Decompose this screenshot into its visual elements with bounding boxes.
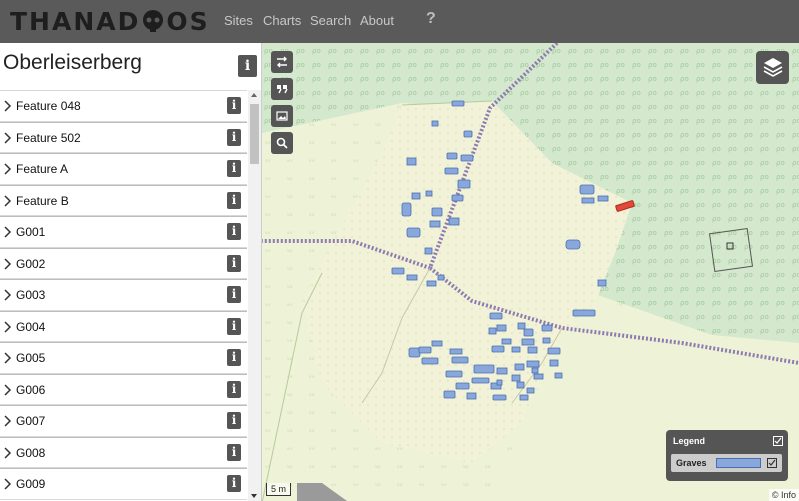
nav-about[interactable]: About (360, 13, 394, 28)
feature-list: Feature 048 i Feature 502 i Feature Ai Featur… (0, 90, 247, 500)
feature-label: G003 (16, 288, 46, 302)
feature-label: G005 (16, 351, 46, 365)
chevron-right-icon (4, 226, 12, 238)
feature-list-item[interactable]: G003 i (0, 279, 247, 311)
map-attribution[interactable]: © Info (768, 489, 799, 501)
feature-info-button[interactable]: i (227, 254, 241, 272)
feature-list-item[interactable]: G004 i (0, 310, 247, 342)
feature-info-button[interactable]: i (227, 380, 241, 398)
feature-info-button[interactable]: i (227, 443, 241, 461)
feature-list-item[interactable]: G002 i (0, 247, 247, 279)
feature-info-button[interactable]: i (227, 128, 241, 146)
feature-info-button[interactable]: i (227, 160, 241, 177)
feature-info-button[interactable]: i (227, 349, 241, 366)
map-legend: Legend Graves (666, 430, 788, 481)
quote-icon (277, 85, 288, 94)
sidebar-scrollbar[interactable] (248, 90, 261, 501)
legend-layer-row: Graves (671, 454, 782, 472)
feature-list-item[interactable]: G006 i (0, 373, 247, 405)
feature-info-button[interactable]: i (227, 191, 241, 209)
feature-label: G004 (16, 319, 46, 334)
check-icon (768, 459, 776, 466)
chevron-right-icon (4, 163, 12, 175)
feature-list-item[interactable]: G009 i (0, 468, 247, 500)
chevron-right-icon (4, 289, 12, 301)
nav-charts[interactable]: Charts (263, 13, 301, 28)
feature-list-item[interactable]: Feature B i (0, 184, 247, 216)
scroll-up-arrow-icon[interactable] (251, 93, 257, 97)
feature-info-button[interactable]: i (227, 317, 241, 335)
chevron-right-icon (4, 478, 12, 490)
nav-search[interactable]: Search (310, 13, 351, 28)
feature-list-item[interactable]: G001 i (0, 216, 247, 248)
feature-label: Feature B (16, 193, 69, 208)
scroll-thumb[interactable] (250, 104, 259, 164)
feature-list-item[interactable]: Feature 502 i (0, 121, 247, 153)
image-icon (276, 111, 288, 121)
logo-text-left: THANA (10, 6, 118, 36)
feature-list-item[interactable]: G005 i (0, 342, 247, 374)
chevron-right-icon (4, 320, 12, 333)
scale-bar: 5 m (266, 483, 292, 496)
feature-label: G009 (16, 477, 46, 491)
feature-label: Feature A (16, 162, 69, 176)
swap-layer-button[interactable] (271, 51, 293, 73)
feature-info-button[interactable]: i (227, 223, 241, 240)
feature-label: Feature 048 (16, 99, 81, 113)
feature-label: G006 (16, 382, 46, 397)
feature-info-button[interactable]: i (227, 475, 241, 492)
logo-text-mid: D (117, 6, 141, 36)
thanados-logo[interactable]: THANA D OS (10, 6, 210, 36)
map-view[interactable]: ρo ᵥᵥ (262, 43, 799, 501)
feature-list-item[interactable]: Feature 048 i (0, 90, 247, 122)
chevron-right-icon (4, 100, 12, 112)
legend-layer-label: Graves (676, 458, 707, 468)
legend-toggle-checkbox[interactable] (773, 436, 783, 446)
feature-list-item[interactable]: G007 i (0, 405, 247, 437)
chevron-right-icon (4, 415, 12, 427)
citation-button[interactable] (271, 78, 293, 100)
chevron-right-icon (4, 131, 12, 144)
nav-sites[interactable]: Sites (224, 13, 253, 28)
layers-icon (763, 58, 783, 77)
map-search-button[interactable] (271, 132, 293, 154)
search-icon (276, 137, 288, 149)
image-export-button[interactable] (271, 105, 293, 127)
site-info-button[interactable]: i (238, 55, 257, 77)
feature-info-button[interactable]: i (227, 286, 241, 303)
swap-icon (277, 56, 287, 68)
site-title: Oberleiserberg (3, 51, 142, 74)
feature-list-item[interactable]: Feature A i (0, 153, 247, 185)
feature-list-item[interactable]: G008 i (0, 436, 247, 468)
graves-swatch (716, 458, 761, 468)
legend-title: Legend (673, 436, 706, 446)
chevron-right-icon (4, 257, 12, 270)
feature-info-button[interactable]: i (227, 97, 241, 114)
feature-label: Feature 502 (16, 130, 81, 145)
chevron-right-icon (4, 194, 12, 207)
chevron-right-icon (4, 446, 12, 459)
feature-info-button[interactable]: i (227, 412, 241, 429)
feature-label: G008 (16, 445, 46, 460)
check-icon (774, 437, 782, 444)
graves-layer-checkbox[interactable] (767, 458, 777, 468)
feature-label: G002 (16, 256, 46, 271)
layers-button[interactable] (756, 51, 789, 84)
top-navbar: THANA D OS Sites Charts Search About ? (0, 0, 799, 43)
scroll-down-arrow-icon[interactable] (251, 494, 257, 498)
help-icon[interactable]: ? (426, 10, 436, 28)
chevron-right-icon (4, 383, 12, 396)
feature-label: G007 (16, 414, 46, 428)
sidebar: Oberleiserberg i Feature 048 i Feature 502… (0, 43, 262, 501)
logo-text-right: OS (166, 6, 210, 36)
feature-label: G001 (16, 225, 46, 239)
skull-icon (143, 10, 164, 32)
chevron-right-icon (4, 352, 12, 364)
